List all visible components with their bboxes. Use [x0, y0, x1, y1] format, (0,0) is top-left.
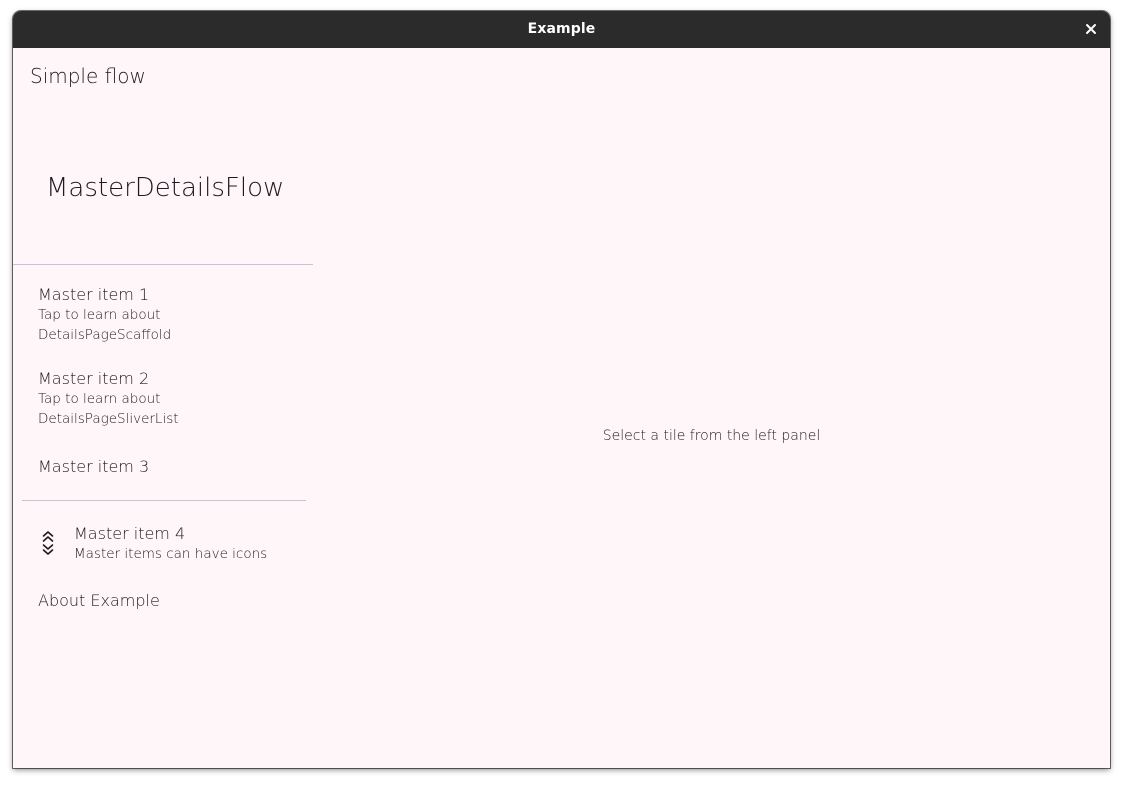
master-item-1-text: Master item 1 Tap to learn about Details… [38, 285, 171, 345]
master-item-1[interactable]: Master item 1 Tap to learn about Details… [13, 285, 313, 359]
master-item-about-text: About Example [38, 591, 160, 611]
details-placeholder-text: Select a tile from the left panel [602, 428, 821, 444]
master-item-subtitle: DetailsPageSliverList [38, 411, 179, 427]
master-item-3-text: Master item 3 [38, 457, 149, 477]
master-item-subtitle: Tap to learn about [38, 307, 161, 323]
master-item-2[interactable]: Master item 2 Tap to learn about Details… [13, 369, 313, 443]
master-header: MasterDetailsFlow [46, 173, 285, 203]
master-item-about[interactable]: About Example [13, 591, 313, 627]
section-divider [22, 500, 306, 501]
master-item-title: Master item 1 [38, 285, 150, 304]
window-titlebar[interactable]: Example [13, 11, 1110, 48]
app-content: Simple flow MasterDetailsFlow Master ite… [13, 48, 1110, 768]
close-icon[interactable] [1082, 20, 1100, 38]
details-panel: Select a tile from the left panel [313, 48, 1110, 768]
header-divider [13, 264, 313, 265]
master-item-3[interactable]: Master item 3 [13, 457, 313, 493]
master-item-4[interactable]: Master item 4 Master items can have icon… [13, 524, 313, 578]
master-item-title: Master item 3 [38, 457, 150, 476]
master-item-2-text: Master item 2 Tap to learn about Details… [38, 369, 179, 429]
master-item-4-text: Master item 4 Master items can have icon… [74, 524, 267, 564]
master-item-subtitle: Tap to learn about [38, 391, 161, 407]
double-chevron-expand-icon [41, 530, 55, 556]
master-item-title: Master item 4 [74, 524, 186, 543]
master-item-subtitle: Master items can have icons [74, 546, 268, 562]
window-title: Example [527, 21, 596, 37]
master-item-subtitle: DetailsPageScaffold [38, 327, 172, 343]
master-panel: MasterDetailsFlow Master item 1 Tap to l… [13, 48, 313, 768]
master-item-title: Master item 2 [38, 369, 150, 388]
app-window: Example Simple flow MasterDetailsFlow Ma… [13, 11, 1110, 768]
master-item-title: About Example [38, 591, 160, 610]
